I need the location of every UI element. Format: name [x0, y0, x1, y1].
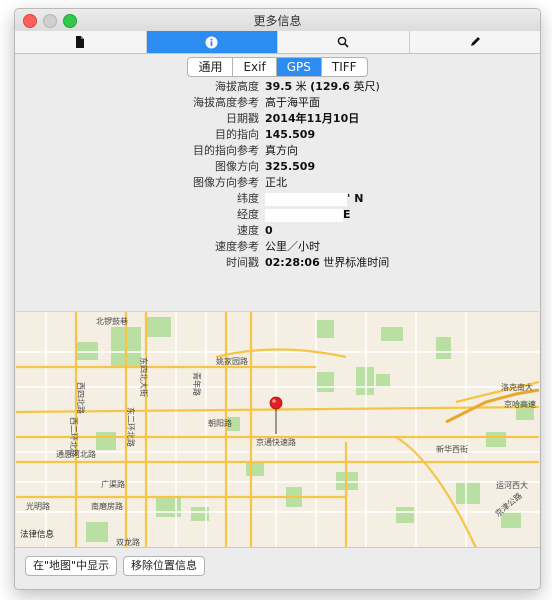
- value-speed: 0: [265, 224, 273, 237]
- map-label-guangming: 光明路: [26, 501, 50, 511]
- remove-location-button[interactable]: 移除位置信息: [123, 556, 205, 576]
- value-speed-ref: 公里／小时: [265, 240, 320, 253]
- map-label-dongsi: 东四北大街: [139, 357, 149, 397]
- search-icon: [337, 36, 349, 48]
- map-label-chaoyang: 朝阳路: [208, 418, 232, 428]
- label-dest-bearing: 目的指向: [215, 128, 259, 141]
- metadata-segmented-control: 通用 Exif GPS TIFF: [15, 57, 540, 77]
- map-label-nanmofang: 南磨房路: [91, 501, 123, 511]
- show-in-maps-button[interactable]: 在"地图"中显示: [25, 556, 118, 576]
- info-window: 更多信息 通用 Exif GPS TIFF 海拔高度 39.5 米 (129.6…: [14, 8, 541, 590]
- value-img-direction-ref: 正北: [265, 176, 287, 189]
- gps-row-longitude: 经度 E: [15, 207, 540, 223]
- map-label-jinghu: 京哈高速: [504, 399, 536, 409]
- gps-info-table: 海拔高度 39.5 米 (129.6 英尺) 海拔高度参考 高于海平面 日期戳 …: [15, 79, 540, 271]
- map-label-shuanglong: 双龙路: [116, 537, 140, 547]
- map-label-jingtong: 京通快速路: [256, 437, 296, 447]
- map-label-yaojia: 姚家园路: [216, 356, 248, 366]
- tab-search[interactable]: [278, 31, 410, 53]
- map-label-guangqu: 广渠路: [101, 479, 125, 489]
- label-img-direction: 图像方向: [215, 160, 259, 173]
- value-longitude-suffix: E: [343, 208, 351, 221]
- value-altitude-ref: 高于海平面: [265, 96, 320, 109]
- label-speed: 速度: [237, 224, 259, 237]
- segment-tiff[interactable]: TIFF: [322, 58, 367, 76]
- value-img-direction: 325.509: [265, 160, 316, 173]
- label-timestamp: 时间戳: [226, 256, 259, 269]
- value-datestamp: 2014年11月10日: [265, 112, 360, 125]
- gps-row-datestamp: 日期戳 2014年11月10日: [15, 111, 540, 127]
- gps-row-altitude: 海拔高度 39.5 米 (129.6 英尺): [15, 79, 540, 95]
- value-dest-bearing-ref: 真方向: [265, 144, 298, 157]
- map-canvas[interactable]: 北锣鼓巷 西四北路 西二环北路 东四北大街 东二环北路 青年路 姚家园路 朝阳路…: [16, 312, 539, 548]
- gps-row-speed-ref: 速度参考 公里／小时: [15, 239, 540, 255]
- titlebar: 更多信息: [15, 9, 540, 32]
- bottom-bar: 在"地图"中显示 移除位置信息: [15, 547, 540, 589]
- pencil-icon: [470, 37, 480, 46]
- label-img-direction-ref: 图像方向参考: [193, 176, 259, 189]
- redacted-latitude: [265, 192, 347, 206]
- label-datestamp: 日期戳: [226, 112, 259, 125]
- redacted-longitude: [265, 208, 343, 222]
- tab-edit[interactable]: [410, 31, 541, 53]
- label-latitude: 纬度: [237, 192, 259, 205]
- segment-group: 通用 Exif GPS TIFF: [187, 57, 368, 77]
- segment-exif[interactable]: Exif: [233, 58, 277, 76]
- value-latitude-suffix: ' N: [347, 192, 364, 205]
- gps-row-altitude-ref: 海拔高度参考 高于海平面: [15, 95, 540, 111]
- gps-row-timestamp: 时间戳 02:28:06 世界标准时间: [15, 255, 540, 271]
- window-title: 更多信息: [253, 14, 302, 28]
- value-altitude: 39.5 米 (129.6 英尺): [265, 80, 380, 93]
- segment-gps[interactable]: GPS: [276, 58, 322, 76]
- document-icon: [76, 36, 85, 48]
- gps-row-dest-bearing: 目的指向 145.509: [15, 127, 540, 143]
- label-speed-ref: 速度参考: [215, 240, 259, 253]
- segment-general[interactable]: 通用: [188, 58, 234, 76]
- label-longitude: 经度: [237, 208, 259, 221]
- label-dest-bearing-ref: 目的指向参考: [193, 144, 259, 157]
- gps-row-img-direction-ref: 图像方向参考 正北: [15, 175, 540, 191]
- map-label-xiangheyuan: 通惠河北路: [56, 449, 96, 459]
- value-timestamp: 02:28:06 世界标准时间: [265, 256, 390, 269]
- map-label-nanluogu: 北锣鼓巷: [96, 316, 128, 326]
- gps-row-latitude: 纬度 ' N: [15, 191, 540, 207]
- map-legal-info: 法律信息: [20, 529, 55, 540]
- gps-row-img-direction: 图像方向 325.509: [15, 159, 540, 175]
- map-label-jingshunan: 洛克南大: [501, 382, 533, 392]
- label-altitude-ref: 海拔高度参考: [193, 96, 259, 109]
- map-label-xinhua: 新华西街: [436, 444, 468, 454]
- info-icon: [205, 36, 218, 48]
- tab-info[interactable]: [146, 31, 278, 53]
- tab-document[interactable]: [15, 31, 147, 53]
- gps-row-speed: 速度 0: [15, 223, 540, 239]
- location-map[interactable]: 北锣鼓巷 西四北路 西二环北路 东四北大街 东二环北路 青年路 姚家园路 朝阳路…: [16, 311, 539, 548]
- inspector-toolbar: [15, 31, 540, 54]
- gps-row-dest-bearing-ref: 目的指向参考 真方向: [15, 143, 540, 159]
- map-label-dongerhuan: 东二环北路: [126, 407, 136, 447]
- value-dest-bearing: 145.509: [265, 128, 316, 141]
- map-label-yunhe: 运河西大: [496, 480, 528, 490]
- label-altitude: 海拔高度: [215, 80, 259, 93]
- map-label-qingnian: 青年路: [192, 372, 202, 396]
- map-label-xisi: 西四北路: [76, 382, 86, 414]
